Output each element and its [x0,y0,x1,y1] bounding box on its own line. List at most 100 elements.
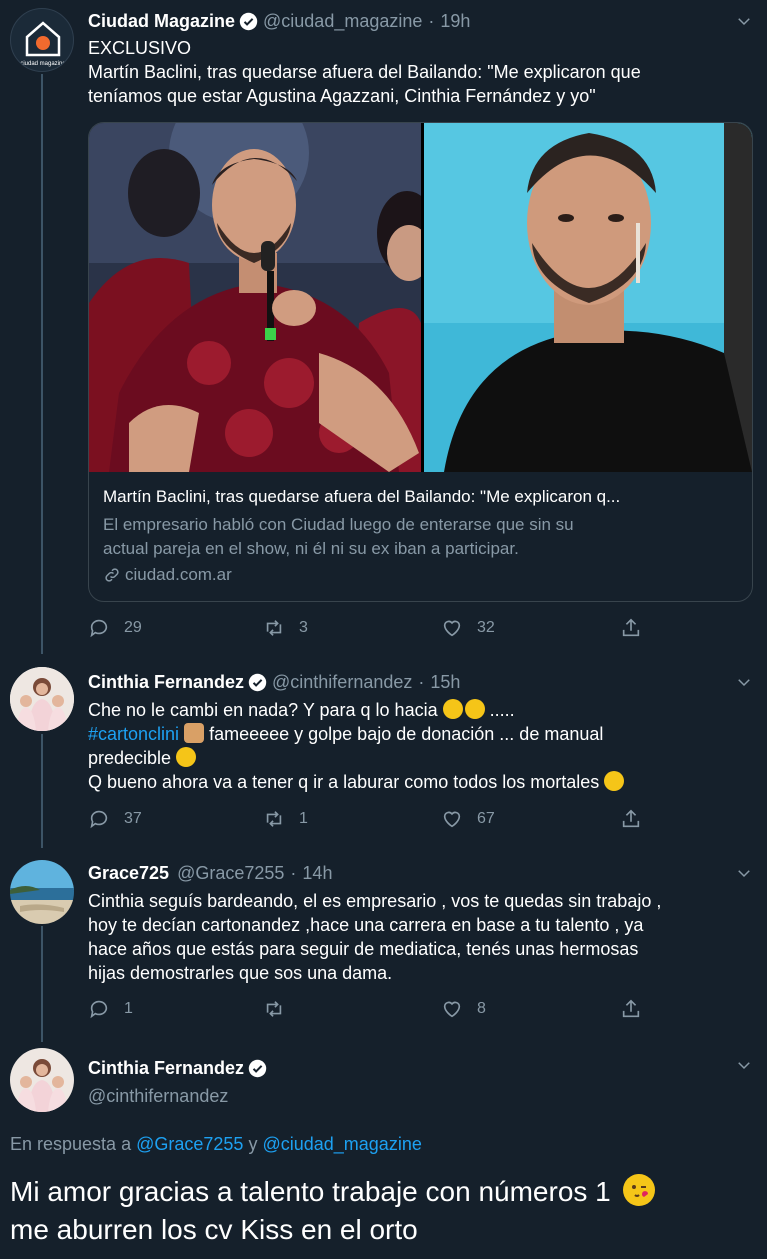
tweet-grace725[interactable]: Grace725 @Grace7255 · 14h Cinthia seguís… [0,848,767,1038]
separator-dot: · [290,863,297,883]
tweet-line: Che no le cambi en nada? Y para q lo hac… [88,700,438,720]
tweet-cinthia-1[interactable]: Cinthia Fernandez @cinthifernandez · 15h… [0,655,767,845]
avatar[interactable]: ciudad magazine [10,8,74,72]
share-button[interactable] [620,998,656,1020]
tweet-line: hijas demostrarles que sos una dama. [88,963,393,983]
heart-icon [443,811,461,828]
chevron-down-icon[interactable] [735,12,753,30]
share-button[interactable] [620,617,656,639]
chevron-down-icon[interactable] [735,673,753,691]
like-count: 67 [477,810,495,827]
like-button[interactable]: 8 [441,998,486,1020]
like-button[interactable]: 32 [441,617,495,639]
tweet-line: teníamos que estar Agustina Agazzani, Ci… [88,86,596,106]
author-name[interactable]: Cinthia Fernandez [88,670,244,694]
tweet-line: hoy te decían cartonandez ,hace una carr… [88,915,644,935]
verified-badge-icon [248,673,267,691]
reply-count: 29 [124,619,142,636]
link-icon [105,568,119,582]
verified-badge-icon [239,12,258,30]
separator-dot: · [428,11,435,31]
tweet-time[interactable]: 15h [430,670,460,694]
tweet-text: Cinthia seguís bardeando, el es empresar… [88,889,753,985]
author-name[interactable]: Cinthia Fernandez [88,1056,244,1080]
avatar-photo [10,667,74,731]
kissing-wink-emoji-icon [622,1174,655,1206]
reply-prefix: En respuesta a [10,1134,132,1154]
retweet-button[interactable] [263,998,299,1020]
separator-dot: · [418,672,425,692]
share-icon [622,618,640,637]
laughing-emoji-icon [442,699,463,719]
tweet-line: me aburren los cv Kiss en el orto [10,1214,418,1245]
retweet-button[interactable]: 3 [263,617,308,639]
avatar[interactable] [10,860,74,924]
heart-icon [443,1001,461,1018]
reply-button[interactable]: 37 [88,808,142,830]
author-name[interactable]: Ciudad Magazine [88,9,235,33]
tweet-text: Mi amor gracias a talento trabaje con nú… [10,1173,753,1249]
share-button[interactable] [620,808,656,830]
verified-badge-icon [248,1059,267,1077]
reply-button[interactable]: 1 [88,998,133,1020]
tweet-line: Martín Baclini, tras quedarse afuera del… [88,62,641,82]
card-description: El empresario habló con Ciudad luego de … [103,515,574,534]
retweet-button[interactable]: 1 [263,808,308,830]
tweet-time[interactable]: 19h [440,9,470,33]
ciudad-logo-icon: ciudad magazine [20,21,66,67]
hashtag-link[interactable]: #cartonclini [88,724,179,744]
author-handle[interactable]: @cinthifernandez [88,1084,228,1108]
laughing-emoji-icon [604,771,625,791]
like-button[interactable]: 67 [441,808,495,830]
like-count: 32 [477,619,495,636]
tweet-line: predecible [88,748,172,768]
like-count: 8 [477,1000,486,1017]
retweet-icon [266,620,282,636]
photo-right [424,123,752,472]
tweet-ciudad-magazine[interactable]: ciudad magazine Ciudad Magazine @ciudad_… [0,0,767,650]
replying-to: En respuesta a @Grace7255 y @ciudad_maga… [10,1134,422,1155]
facepalm-emoji-icon [184,723,205,743]
author-handle[interactable]: @cinthifernandez [272,670,412,694]
avatar-photo [10,1048,74,1112]
yawning-emoji-icon [176,747,197,767]
tweet-text: Che no le cambi en nada? Y para q lo hac… [88,698,753,794]
laughing-emoji-icon [464,699,485,719]
avatar-photo [10,860,74,924]
photo-left [89,123,421,472]
reply-icon [90,619,108,638]
mention-link[interactable]: @Grace7255 [136,1134,243,1154]
tweet-cinthia-focused[interactable]: Cinthia Fernandez @cinthifernandez En re… [0,1042,767,1259]
tweet-line: EXCLUSIVO [88,38,192,58]
reply-count: 37 [124,810,142,827]
avatar[interactable] [10,1048,74,1112]
retweet-count: 3 [299,619,308,636]
reply-conjunction: y [248,1134,258,1154]
author-handle[interactable]: @ciudad_magazine [263,9,422,33]
card-domain: ciudad.com.ar [125,565,232,584]
chevron-down-icon[interactable] [735,1056,753,1074]
retweet-icon [266,1001,282,1017]
retweet-icon [266,811,282,827]
share-icon [622,999,640,1018]
avatar[interactable] [10,667,74,731]
reply-count: 1 [124,1000,133,1017]
heart-icon [443,620,461,637]
logo-wordmark: ciudad magazine [20,61,66,67]
author-handle[interactable]: @Grace7255 [177,861,284,885]
tweet-line: fameeeee y golpe bajo de donación ... de… [209,724,604,744]
card-title: Martín Baclini, tras quedarse afuera del… [103,487,621,506]
tweet-time[interactable]: 14h [302,861,332,885]
reply-icon [90,810,108,829]
tweet-text: EXCLUSIVO Martín Baclini, tras quedarse … [88,36,753,108]
link-card[interactable]: Martín Baclini, tras quedarse afuera del… [88,122,753,602]
chevron-down-icon[interactable] [735,864,753,882]
tweet-line: Q bueno ahora va a tener q ir a laburar … [88,772,600,792]
share-icon [622,809,640,828]
tweet-line-end: ..... [489,700,515,720]
mention-link[interactable]: @ciudad_magazine [262,1134,421,1154]
card-image [89,123,752,472]
reply-icon [90,1000,108,1019]
author-name[interactable]: Grace725 [88,861,169,885]
reply-button[interactable]: 29 [88,617,142,639]
